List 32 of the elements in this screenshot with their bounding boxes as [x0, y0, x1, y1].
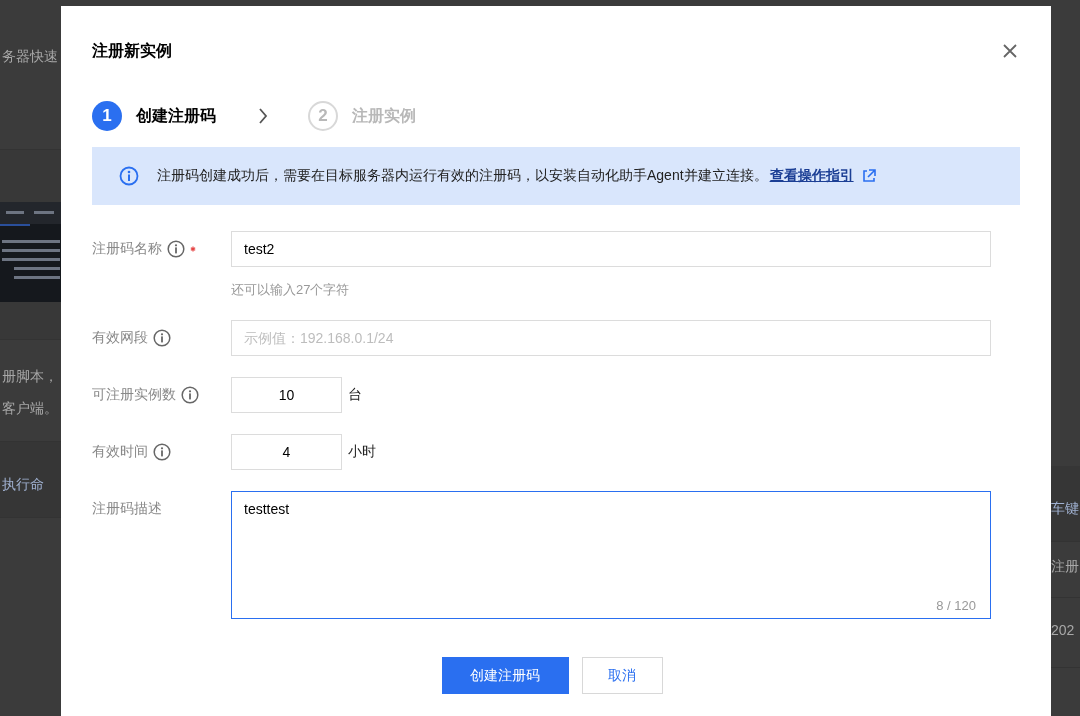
unit-label: 台 [348, 386, 362, 404]
page-text: 册脚本， [2, 368, 59, 386]
number-field[interactable]: 4 [231, 434, 342, 470]
text-field[interactable]: 示例值：192.168.0.1/24 [231, 320, 991, 356]
page-tab-label: 车键 [1051, 500, 1080, 518]
page-tab-label: 执行命 [2, 476, 45, 494]
description-field[interactable]: testtest 8 / 120 [231, 491, 991, 619]
unit-label: 小时 [348, 443, 376, 461]
page-text: 202 [1051, 622, 1076, 638]
field-hint: 还可以输入27个字符 [231, 281, 351, 299]
step-item: 1 创建注册码 [92, 101, 216, 131]
field-label: 有效时间 [92, 443, 148, 461]
notice-text: 注册码创建成功后，需要在目标服务器内运行有效的注册码，以安装自动化助手Agent并建立连接。 [157, 167, 768, 185]
page-text: 注册 [1051, 558, 1080, 576]
external-link-icon [861, 169, 876, 183]
field-label: 可注册实例数 [92, 386, 176, 404]
dialog-title: 注册新实例 [92, 40, 172, 61]
number-field[interactable]: 10 [231, 377, 342, 413]
guide-link[interactable]: 查看操作指引 [769, 167, 854, 185]
page-text: 务器快速 [2, 48, 59, 66]
info-icon [119, 166, 139, 186]
page-text: 客户端。 [2, 400, 59, 418]
cancel-button[interactable]: 取消 [581, 657, 663, 694]
close-icon [1002, 43, 1018, 59]
step-item: 2 注册实例 [308, 101, 416, 131]
chevron-icon [258, 107, 268, 125]
char-counter: 8 / 120 [936, 598, 976, 613]
text-field[interactable]: test2 [231, 231, 991, 267]
field-label: 注册码描述 [92, 500, 162, 518]
create-button[interactable]: 创建注册码 [441, 657, 569, 694]
field-label: 有效网段 [92, 329, 148, 347]
field-label: 注册码名称 [92, 240, 162, 258]
